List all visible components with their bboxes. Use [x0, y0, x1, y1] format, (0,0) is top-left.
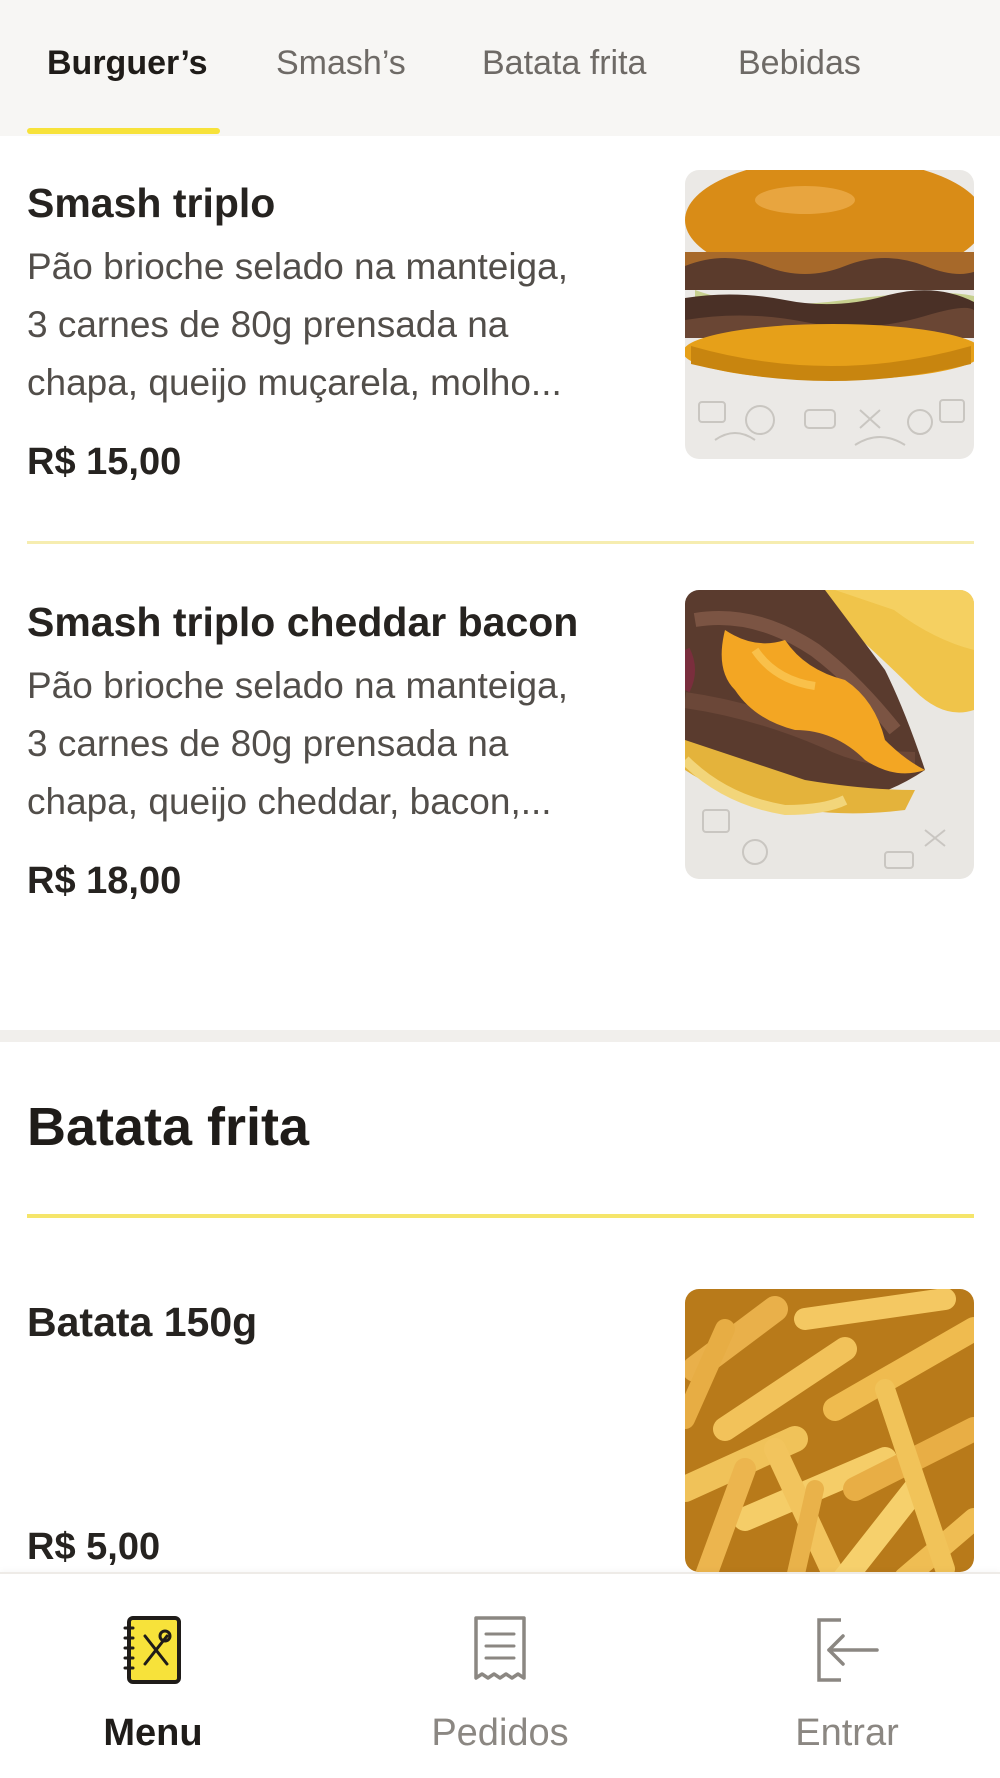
- tab-batata-frita[interactable]: Batata frita: [482, 44, 646, 83]
- menu-page: Burguer’s Smash’s Batata frita Bebidas S…: [0, 0, 1000, 1778]
- item-divider: [27, 541, 974, 544]
- fries-photo: [685, 1289, 974, 1572]
- item-title: Smash triplo: [27, 180, 276, 226]
- cheddar-burger-photo: [685, 590, 974, 879]
- login-icon: [811, 1614, 883, 1691]
- nav-label: Menu: [103, 1712, 203, 1754]
- burger-photo: [685, 170, 974, 459]
- receipt-icon: [470, 1614, 530, 1691]
- description-line: 3 carnes de 80g prensada na: [27, 723, 509, 764]
- description-line: chapa, queijo muçarela, molho...: [27, 362, 562, 403]
- description-line: 3 carnes de 80g prensada na: [27, 304, 509, 345]
- section-underline: [27, 1214, 974, 1218]
- nav-label: Pedidos: [431, 1712, 569, 1754]
- nav-label: Entrar: [795, 1712, 899, 1754]
- bottom-navigation: Menu Pedidos Entrar: [0, 1572, 1000, 1778]
- item-description: Pão brioche selado na manteiga, 3 carnes…: [27, 657, 647, 831]
- active-tab-indicator: [27, 128, 220, 134]
- description-line: chapa, queijo cheddar, bacon,...: [27, 781, 552, 822]
- item-price: R$ 5,00: [27, 1526, 161, 1568]
- nav-menu[interactable]: Menu: [43, 1614, 263, 1764]
- description-line: Pão brioche selado na manteiga,: [27, 246, 568, 287]
- item-price: R$ 15,00: [27, 441, 182, 483]
- nav-pedidos[interactable]: Pedidos: [390, 1614, 610, 1764]
- tab-burguers[interactable]: Burguer’s: [47, 44, 208, 83]
- section-title: Batata frita: [27, 1097, 310, 1157]
- menu-book-icon: [123, 1614, 183, 1691]
- item-title: Smash triplo cheddar bacon: [27, 599, 579, 645]
- section-separator: [0, 1030, 1000, 1042]
- description-line: Pão brioche selado na manteiga,: [27, 665, 568, 706]
- item-description: Pão brioche selado na manteiga, 3 carnes…: [27, 238, 647, 412]
- tab-bebidas[interactable]: Bebidas: [738, 44, 861, 83]
- category-tab-bar: Burguer’s Smash’s Batata frita Bebidas: [0, 0, 1000, 136]
- item-title: Batata 150g: [27, 1299, 258, 1345]
- item-price: R$ 18,00: [27, 860, 182, 902]
- nav-entrar[interactable]: Entrar: [737, 1614, 957, 1764]
- tab-smashs[interactable]: Smash’s: [276, 44, 406, 83]
